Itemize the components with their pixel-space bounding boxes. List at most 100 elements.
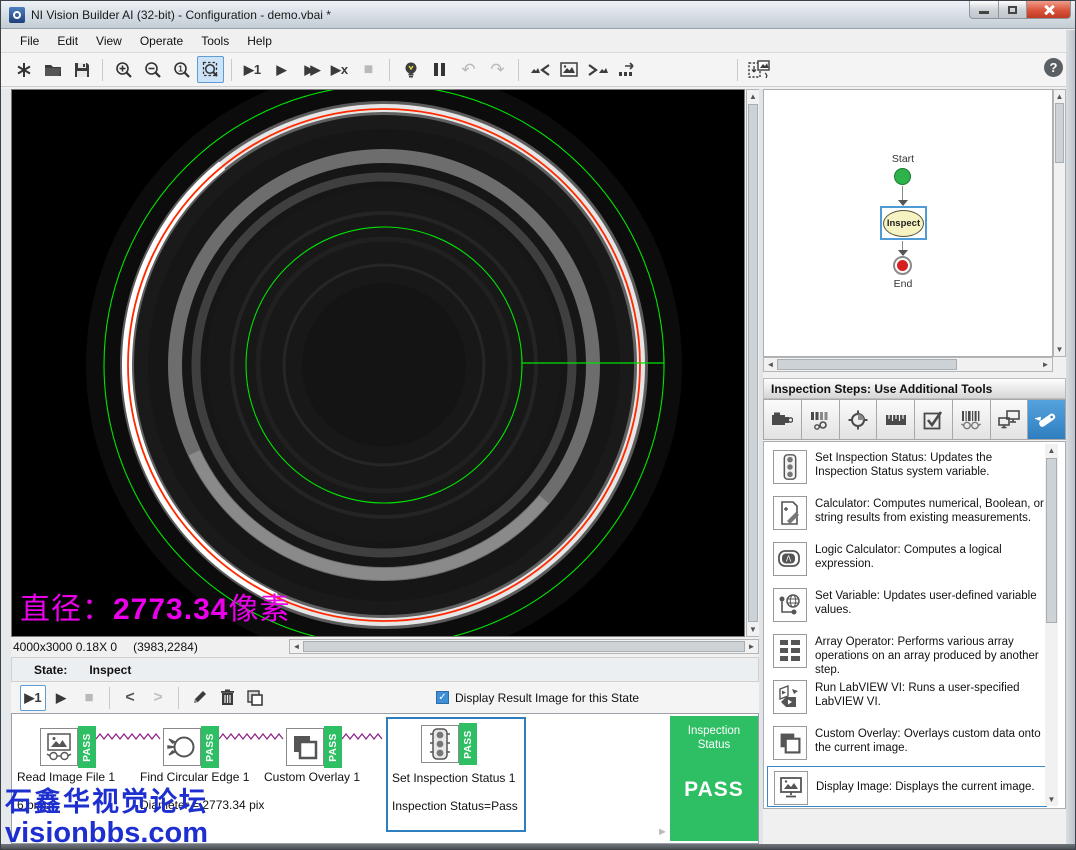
tool-palette-tabs <box>763 399 1066 440</box>
tab-communicate[interactable] <box>990 399 1029 440</box>
inspection-steps-header: Inspection Steps: Use Additional Tools <box>763 378 1066 399</box>
run-state-icon[interactable]: ▶ <box>48 685 74 711</box>
svg-text:1: 1 <box>178 63 183 73</box>
redo-icon[interactable]: ↷ <box>484 56 511 83</box>
tab-enhance-images[interactable] <box>801 399 840 440</box>
state-diagram[interactable]: Start Inspect End <box>763 89 1053 357</box>
watermark: 石鑫华视觉论坛 visionbbs.com <box>5 787 208 849</box>
copy-step-icon[interactable] <box>242 685 268 711</box>
menu-file[interactable]: File <box>11 31 48 51</box>
stop-icon[interactable]: ■ <box>355 56 382 83</box>
minimize-button[interactable] <box>969 1 999 19</box>
tool-list-vscrollbar[interactable]: ▲ ▼ <box>1045 444 1058 806</box>
tool-list: Set Inspection Status: Updates the Inspe… <box>763 441 1066 809</box>
tab-check-presence[interactable] <box>914 399 953 440</box>
logic-lambda-icon: Λ <box>778 550 802 568</box>
tool-custom-overlay[interactable]: Custom Overlay: Overlays custom data ont… <box>767 724 1047 760</box>
current-image-icon[interactable] <box>555 56 582 83</box>
open-icon[interactable] <box>39 56 66 83</box>
step-set-inspection-status[interactable]: PASS Set Inspection Status 1 Inspection … <box>386 717 526 832</box>
tool-display-image[interactable]: Display Image: Displays the current imag… <box>767 766 1047 807</box>
next-image-icon[interactable] <box>584 56 611 83</box>
step-back-icon[interactable]: < <box>117 685 143 711</box>
image-sequence-icon[interactable] <box>613 56 640 83</box>
undo-icon[interactable]: ↶ <box>455 56 482 83</box>
monitor-image-icon <box>779 777 803 799</box>
menu-view[interactable]: View <box>87 31 131 51</box>
tool-array-operator[interactable]: Array Operator: Performs various array o… <box>767 632 1047 677</box>
zoom-in-icon[interactable] <box>110 56 137 83</box>
zoom-out-icon[interactable] <box>139 56 166 83</box>
zoom-1to1-icon[interactable]: 1 <box>168 56 195 83</box>
tab-acquire-images[interactable] <box>763 399 802 440</box>
barcode-glasses-icon <box>960 410 982 430</box>
array-grid-icon <box>779 639 801 663</box>
image-hscrollbar[interactable]: ◄ ► <box>289 639 759 654</box>
simulate-bulb-icon[interactable] <box>397 56 424 83</box>
maximize-button[interactable] <box>998 1 1027 19</box>
display-result-label: Display Result Image for this State <box>455 691 639 705</box>
strip-scroll-right-icon[interactable]: ► <box>657 826 668 838</box>
tool-logic-calculator[interactable]: Λ Logic Calculator: Computes a logical e… <box>767 540 1047 576</box>
start-node-label: Start <box>873 153 933 165</box>
tool-run-labview-vi[interactable]: Run LabVIEW VI: Runs a user-specified La… <box>767 678 1047 714</box>
menu-operate[interactable]: Operate <box>131 31 192 51</box>
view-toggle-icon[interactable] <box>745 56 772 83</box>
tab-identify-parts[interactable] <box>952 399 991 440</box>
crosshair-icon <box>848 410 868 430</box>
inspect-node[interactable]: Inspect <box>880 206 927 240</box>
help-icon[interactable]: ? <box>1044 58 1063 77</box>
checkmark-box-icon <box>923 410 943 430</box>
image-glasses-icon <box>44 732 74 762</box>
image-display[interactable]: 直径：2773.34像素 <box>11 89 745 637</box>
close-button[interactable] <box>1026 1 1071 19</box>
tool-set-inspection-status[interactable]: Set Inspection Status: Updates the Inspe… <box>767 448 1047 484</box>
run-n-times-icon[interactable]: ▶x <box>326 56 353 83</box>
run-icon[interactable]: ▶ <box>268 56 295 83</box>
pass-ribbon: PASS <box>201 726 219 768</box>
zoom-to-fit-icon[interactable] <box>197 56 224 83</box>
run-once-icon[interactable]: ▶1 <box>239 56 266 83</box>
save-icon[interactable] <box>68 56 95 83</box>
display-result-checkbox[interactable]: ✓ <box>436 691 449 704</box>
end-node[interactable] <box>893 256 912 275</box>
stop-state-icon[interactable]: ■ <box>76 685 102 711</box>
pause-icon[interactable] <box>426 56 453 83</box>
tab-locate-features[interactable] <box>839 399 878 440</box>
tab-measure-features[interactable] <box>876 399 915 440</box>
tab-use-additional-tools[interactable] <box>1027 399 1066 440</box>
run-continuous-icon[interactable]: ▶▶ <box>297 56 324 83</box>
window-frame-right <box>1066 30 1076 844</box>
image-vscrollbar[interactable]: ▲ ▼ <box>746 89 760 637</box>
step-connector <box>342 732 386 742</box>
image-resolution-zoom: 4000x3000 0.18X 0 <box>11 640 117 654</box>
step-forward-icon[interactable]: > <box>145 685 171 711</box>
state-toolbar: ▶1 ▶ ■ < > ✓ Display Result Image for th… <box>11 682 759 713</box>
menu-help[interactable]: Help <box>238 31 281 51</box>
step-connector <box>96 732 162 742</box>
window-frame-left <box>1 89 11 844</box>
end-node-label: End <box>873 278 933 290</box>
image-status-bar: 4000x3000 0.18X 0 (3983,2284) ◄ ► <box>11 639 759 655</box>
tool-set-variable[interactable]: Set Variable: Updates user-defined varia… <box>767 586 1047 622</box>
diagram-vscrollbar[interactable]: ▲ ▼ <box>1053 89 1066 357</box>
swiss-knife-icon <box>1035 408 1059 432</box>
new-script-icon[interactable] <box>10 56 37 83</box>
menu-tools[interactable]: Tools <box>192 31 238 51</box>
tool-calculator[interactable]: Calculator: Computes numerical, Boolean,… <box>767 494 1047 530</box>
cursor-coordinates: (3983,2284) <box>131 640 198 654</box>
delete-step-icon[interactable] <box>214 685 240 711</box>
pass-ribbon: PASS <box>78 726 96 768</box>
circle-arrows-icon <box>167 732 197 762</box>
previous-image-icon[interactable] <box>526 56 553 83</box>
window-title: NI Vision Builder AI (32-bit) - Configur… <box>31 8 331 22</box>
diagram-hscrollbar[interactable]: ◄ ► <box>763 357 1053 372</box>
run-state-once-icon[interactable]: ▶1 <box>20 685 46 711</box>
labview-play-icon <box>778 685 802 709</box>
overlapping-squares-icon <box>291 733 319 761</box>
diameter-overlay-text: 直径：2773.34像素 <box>20 584 290 628</box>
start-node[interactable] <box>894 168 911 185</box>
menu-edit[interactable]: Edit <box>48 31 87 51</box>
edit-step-icon[interactable] <box>186 685 212 711</box>
pass-ribbon: PASS <box>459 723 477 765</box>
